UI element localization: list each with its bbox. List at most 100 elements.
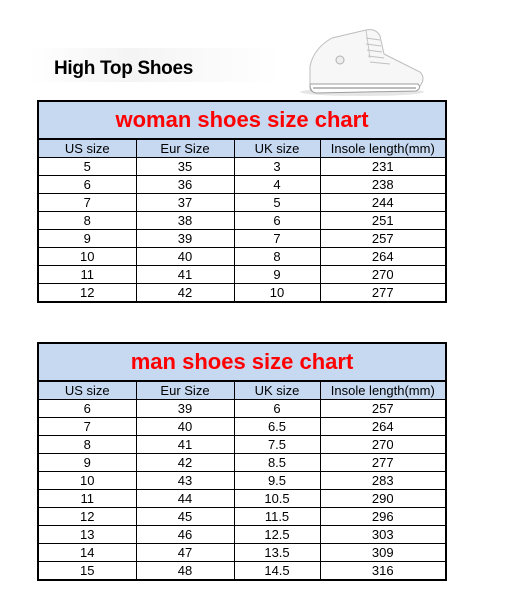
insole-length-cell: 264 xyxy=(319,247,447,266)
table-row: 6 39 6 257 xyxy=(37,399,447,418)
man-chart-title-row: man shoes size chart xyxy=(36,342,448,382)
us-size-cell: 8 xyxy=(37,211,137,230)
insole-length-cell: 270 xyxy=(319,435,447,454)
column-header-eur-size: Eur Size xyxy=(135,380,235,400)
header: High Top Shoes xyxy=(30,10,470,96)
insole-length-cell: 264 xyxy=(319,417,447,436)
eur-size-cell: 39 xyxy=(135,399,235,418)
us-size-cell: 11 xyxy=(37,265,137,284)
woman-size-chart: woman shoes size chart US size Eur Size … xyxy=(36,100,448,303)
us-size-cell: 14 xyxy=(37,543,137,562)
insole-length-cell: 309 xyxy=(319,543,447,562)
man-size-chart: man shoes size chart US size Eur Size UK… xyxy=(36,342,448,581)
us-size-cell: 11 xyxy=(37,489,137,508)
us-size-cell: 7 xyxy=(37,417,137,436)
table-row: 8 41 7.5 270 xyxy=(37,435,447,454)
eur-size-cell: 39 xyxy=(135,229,235,248)
uk-size-cell: 7.5 xyxy=(233,435,321,454)
table-row: 7 37 5 244 xyxy=(37,193,447,212)
table-row: 12 42 10 277 xyxy=(37,283,447,303)
column-header-uk-size: UK size xyxy=(233,138,321,158)
column-header-us-size: US size xyxy=(37,138,137,158)
column-header-uk-size: UK size xyxy=(233,380,321,400)
eur-size-cell: 47 xyxy=(135,543,235,562)
eur-size-cell: 43 xyxy=(135,471,235,490)
insole-length-cell: 270 xyxy=(319,265,447,284)
insole-length-cell: 283 xyxy=(319,471,447,490)
eur-size-cell: 41 xyxy=(135,435,235,454)
eur-size-cell: 41 xyxy=(135,265,235,284)
eur-size-cell: 40 xyxy=(135,417,235,436)
eur-size-cell: 36 xyxy=(135,175,235,194)
uk-size-cell: 5 xyxy=(233,193,321,212)
us-size-cell: 13 xyxy=(37,525,137,544)
us-size-cell: 8 xyxy=(37,435,137,454)
table-row: 13 46 12.5 303 xyxy=(37,525,447,544)
eur-size-cell: 37 xyxy=(135,193,235,212)
eur-size-cell: 45 xyxy=(135,507,235,526)
man-chart-title: man shoes size chart xyxy=(36,342,448,382)
uk-size-cell: 4 xyxy=(233,175,321,194)
insole-length-cell: 290 xyxy=(319,489,447,508)
us-size-cell: 15 xyxy=(37,561,137,581)
us-size-cell: 12 xyxy=(37,507,137,526)
uk-size-cell: 9.5 xyxy=(233,471,321,490)
table-row: 9 42 8.5 277 xyxy=(37,453,447,472)
uk-size-cell: 6 xyxy=(233,211,321,230)
us-size-cell: 9 xyxy=(37,453,137,472)
eur-size-cell: 42 xyxy=(135,453,235,472)
insole-length-cell: 257 xyxy=(319,229,447,248)
us-size-cell: 5 xyxy=(37,157,137,176)
us-size-cell: 6 xyxy=(37,175,137,194)
insole-length-cell: 277 xyxy=(319,453,447,472)
uk-size-cell: 6.5 xyxy=(233,417,321,436)
table-row: 12 45 11.5 296 xyxy=(37,507,447,526)
uk-size-cell: 10.5 xyxy=(233,489,321,508)
table-row: 11 44 10.5 290 xyxy=(37,489,447,508)
insole-length-cell: 277 xyxy=(319,283,447,303)
insole-length-cell: 257 xyxy=(319,399,447,418)
column-header-eur-size: Eur Size xyxy=(135,138,235,158)
table-row: 10 40 8 264 xyxy=(37,247,447,266)
uk-size-cell: 8.5 xyxy=(233,453,321,472)
uk-size-cell: 6 xyxy=(233,399,321,418)
table-row: 11 41 9 270 xyxy=(37,265,447,284)
uk-size-cell: 12.5 xyxy=(233,525,321,544)
woman-chart-title: woman shoes size chart xyxy=(36,100,448,140)
table-row: 9 39 7 257 xyxy=(37,229,447,248)
table-row: 10 43 9.5 283 xyxy=(37,471,447,490)
us-size-cell: 12 xyxy=(37,283,137,303)
us-size-cell: 10 xyxy=(37,471,137,490)
us-size-cell: 7 xyxy=(37,193,137,212)
eur-size-cell: 46 xyxy=(135,525,235,544)
uk-size-cell: 10 xyxy=(233,283,321,303)
eur-size-cell: 44 xyxy=(135,489,235,508)
eur-size-cell: 38 xyxy=(135,211,235,230)
us-size-cell: 6 xyxy=(37,399,137,418)
man-chart-header-row: US size Eur Size UK size Insole length(m… xyxy=(37,380,447,400)
table-row: 15 48 14.5 316 xyxy=(37,561,447,581)
table-row: 14 47 13.5 309 xyxy=(37,543,447,562)
uk-size-cell: 11.5 xyxy=(233,507,321,526)
insole-length-cell: 296 xyxy=(319,507,447,526)
brand-title: High Top Shoes xyxy=(54,58,193,79)
insole-length-cell: 231 xyxy=(319,157,447,176)
table-row: 7 40 6.5 264 xyxy=(37,417,447,436)
table-row: 8 38 6 251 xyxy=(37,211,447,230)
eur-size-cell: 48 xyxy=(135,561,235,581)
man-size-chart-body: man shoes size chart US size Eur Size UK… xyxy=(36,342,448,581)
uk-size-cell: 13.5 xyxy=(233,543,321,562)
insole-length-cell: 238 xyxy=(319,175,447,194)
column-header-insole-length: Insole length(mm) xyxy=(319,138,447,158)
woman-size-chart-body: woman shoes size chart US size Eur Size … xyxy=(36,100,448,303)
eur-size-cell: 40 xyxy=(135,247,235,266)
uk-size-cell: 14.5 xyxy=(233,561,321,581)
table-row: 5 35 3 231 xyxy=(37,157,447,176)
insole-length-cell: 244 xyxy=(319,193,447,212)
column-header-us-size: US size xyxy=(37,380,137,400)
uk-size-cell: 7 xyxy=(233,229,321,248)
woman-chart-header-row: US size Eur Size UK size Insole length(m… xyxy=(37,138,447,158)
column-header-insole-length: Insole length(mm) xyxy=(319,380,447,400)
uk-size-cell: 3 xyxy=(233,157,321,176)
insole-length-cell: 251 xyxy=(319,211,447,230)
